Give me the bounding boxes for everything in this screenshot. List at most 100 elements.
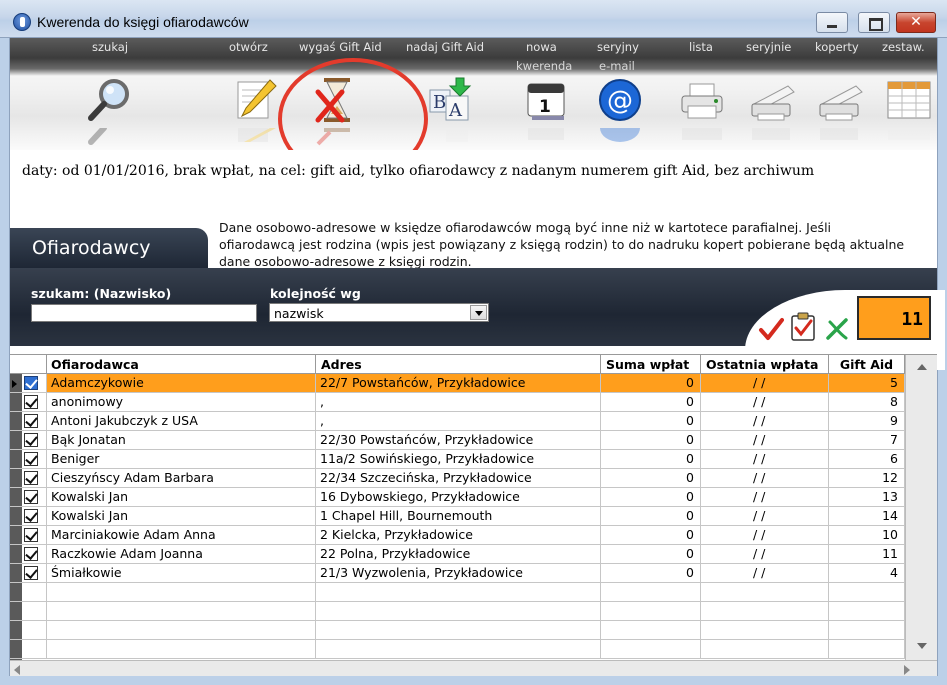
- cell-last[interactable]: / /: [701, 488, 829, 507]
- cell-name[interactable]: Beniger: [47, 450, 316, 469]
- cell-name[interactable]: Raczkowie Adam Joanna: [47, 545, 316, 564]
- cell-sum[interactable]: 0: [601, 469, 701, 488]
- scroll-right-icon[interactable]: [904, 665, 910, 675]
- toolbar-label-wygas-gift-aid[interactable]: wygaś Gift Aid: [299, 40, 382, 54]
- row-checkbox[interactable]: [24, 509, 38, 523]
- cell-address[interactable]: 22/7 Powstańców, Przykładowice: [316, 374, 601, 393]
- toolbar-label-nadaj-gift-aid[interactable]: nadaj Gift Aid: [406, 40, 484, 54]
- cell-name[interactable]: Marciniakowie Adam Anna: [47, 526, 316, 545]
- clipboard-check-icon[interactable]: [789, 311, 817, 342]
- toolbar-label-zestaw[interactable]: zestaw.: [882, 40, 925, 54]
- cell-address[interactable]: ,: [316, 393, 601, 412]
- cell-giftaid[interactable]: 12: [829, 469, 905, 488]
- row-checkbox[interactable]: [24, 395, 38, 409]
- bulk-print-button[interactable]: [740, 76, 800, 150]
- cell-name[interactable]: anonimowy: [47, 393, 316, 412]
- minimize-button[interactable]: [816, 12, 848, 33]
- table-row[interactable]: Adamczykowie 22/7 Powstańców, Przykładowi…: [10, 374, 905, 393]
- open-button[interactable]: [222, 76, 282, 150]
- cell-last[interactable]: / /: [701, 526, 829, 545]
- cell-giftaid[interactable]: 14: [829, 507, 905, 526]
- toolbar-sublabel-email[interactable]: e-mail: [599, 59, 635, 73]
- cell-sum[interactable]: 0: [601, 526, 701, 545]
- row-checkbox[interactable]: [24, 490, 38, 504]
- toolbar-label-seryjny[interactable]: seryjny: [597, 40, 639, 54]
- toolbar-label-seryjnie[interactable]: seryjnie: [746, 40, 791, 54]
- cell-giftaid[interactable]: 11: [829, 545, 905, 564]
- header-last-payment[interactable]: Ostatnia wpłata: [701, 355, 829, 374]
- envelopes-button[interactable]: [808, 76, 868, 150]
- search-button[interactable]: [78, 76, 138, 150]
- check-all-icon[interactable]: [758, 316, 784, 342]
- cell-address[interactable]: 1 Chapel Hill, Bournemouth: [316, 507, 601, 526]
- row-checkbox[interactable]: [24, 452, 38, 466]
- toolbar-sublabel-kwerenda[interactable]: kwerenda: [516, 59, 572, 73]
- cell-name[interactable]: Cieszyńscy Adam Barbara: [47, 469, 316, 488]
- table-row[interactable]: anonimowy, 0/ /8: [10, 393, 905, 412]
- table-row[interactable]: Raczkowie Adam Joanna 22 Polna, Przykłado…: [10, 545, 905, 564]
- table-row[interactable]: Cieszyńscy Adam Barbara 22/34 Szczecińska…: [10, 469, 905, 488]
- cell-giftaid[interactable]: 8: [829, 393, 905, 412]
- table-row[interactable]: Marciniakowie Adam Anna 2 Kielcka, Przykł…: [10, 526, 905, 545]
- row-checkbox[interactable]: [24, 433, 38, 447]
- header-gift-aid[interactable]: Gift Aid: [829, 355, 905, 374]
- table-row[interactable]: Beniger 11a/2 Sowińskiego, Przykładowice 0…: [10, 450, 905, 469]
- cell-giftaid[interactable]: 6: [829, 450, 905, 469]
- close-button[interactable]: ✕: [896, 12, 936, 33]
- toolbar-label-otworz[interactable]: otwórz: [229, 40, 268, 54]
- table-row[interactable]: Śmiałkowie 21/3 Wyzwolenia, Przykładowice…: [10, 564, 905, 583]
- cell-giftaid[interactable]: 4: [829, 564, 905, 583]
- cell-giftaid[interactable]: 10: [829, 526, 905, 545]
- cell-sum[interactable]: 0: [601, 374, 701, 393]
- row-checkbox[interactable]: [24, 414, 38, 428]
- cell-last[interactable]: / /: [701, 545, 829, 564]
- vertical-scrollbar[interactable]: [905, 355, 937, 660]
- search-input[interactable]: [31, 304, 257, 322]
- cell-giftaid[interactable]: 5: [829, 374, 905, 393]
- scroll-up-icon[interactable]: [914, 359, 930, 375]
- cell-sum[interactable]: 0: [601, 488, 701, 507]
- table-row[interactable]: Kowalski Jan 16 Dybowskiego, Przykładowic…: [10, 488, 905, 507]
- cell-name[interactable]: Bąk Jonatan: [47, 431, 316, 450]
- cell-sum[interactable]: 0: [601, 564, 701, 583]
- table-row[interactable]: Bąk Jonatan 22/30 Powstańców, Przykładowi…: [10, 431, 905, 450]
- cell-sum[interactable]: 0: [601, 545, 701, 564]
- cell-sum[interactable]: 0: [601, 450, 701, 469]
- cell-last[interactable]: / /: [701, 412, 829, 431]
- cell-last[interactable]: / /: [701, 374, 829, 393]
- header-donor[interactable]: Ofiarodawca: [47, 355, 316, 374]
- maximize-button[interactable]: [858, 12, 890, 33]
- cell-last[interactable]: / /: [701, 450, 829, 469]
- toolbar-label-szukaj[interactable]: szukaj: [92, 40, 128, 54]
- table-row[interactable]: Kowalski Jan 1 Chapel Hill, Bournemouth 0/…: [10, 507, 905, 526]
- header-address[interactable]: Adres: [316, 355, 601, 374]
- cell-address[interactable]: 22/34 Szczecińska, Przykładowice: [316, 469, 601, 488]
- cell-address[interactable]: 22 Polna, Przykładowice: [316, 545, 601, 564]
- cell-name[interactable]: Kowalski Jan: [47, 488, 316, 507]
- cell-giftaid[interactable]: 7: [829, 431, 905, 450]
- cell-last[interactable]: / /: [701, 393, 829, 412]
- header-sum[interactable]: Suma wpłat: [601, 355, 701, 374]
- toolbar-label-nowa[interactable]: nowa: [526, 40, 557, 54]
- toolbar-label-lista[interactable]: lista: [689, 40, 713, 54]
- cell-name[interactable]: Adamczykowie: [47, 374, 316, 393]
- cell-last[interactable]: / /: [701, 431, 829, 450]
- print-list-button[interactable]: [670, 76, 730, 150]
- cell-last[interactable]: / /: [701, 507, 829, 526]
- toolbar-label-koperty[interactable]: koperty: [815, 40, 859, 54]
- cell-sum[interactable]: 0: [601, 431, 701, 450]
- row-checkbox[interactable]: [24, 547, 38, 561]
- order-select[interactable]: nazwisk: [269, 303, 489, 322]
- bulk-email-button[interactable]: @: [588, 76, 648, 150]
- row-checkbox[interactable]: [24, 528, 38, 542]
- cell-last[interactable]: / /: [701, 564, 829, 583]
- cell-address[interactable]: 21/3 Wyzwolenia, Przykładowice: [316, 564, 601, 583]
- cell-giftaid[interactable]: 9: [829, 412, 905, 431]
- cell-name[interactable]: Antoni Jakubczyk z USA: [47, 412, 316, 431]
- uncheck-all-icon[interactable]: [824, 316, 850, 342]
- cell-last[interactable]: / /: [701, 469, 829, 488]
- scroll-left-icon[interactable]: [14, 665, 20, 675]
- cell-sum[interactable]: 0: [601, 507, 701, 526]
- cell-name[interactable]: Kowalski Jan: [47, 507, 316, 526]
- cell-name[interactable]: Śmiałkowie: [47, 564, 316, 583]
